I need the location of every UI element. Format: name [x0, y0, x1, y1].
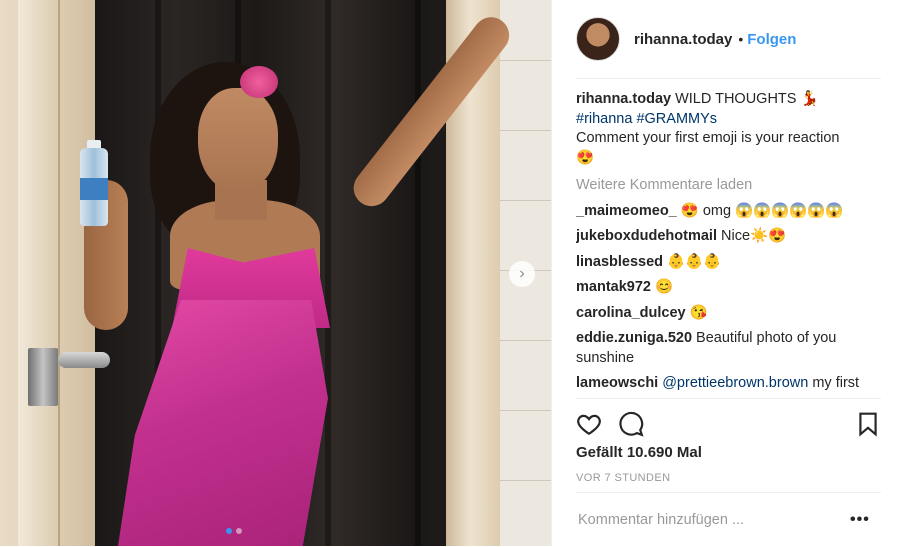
timestamp: VOR 7 STUNDEN	[576, 472, 671, 484]
post-header: rihanna.today • Folgen	[576, 14, 881, 79]
bottle-label	[80, 178, 108, 200]
caption-username[interactable]: rihanna.today	[576, 91, 671, 107]
hair-flower	[240, 66, 278, 98]
comment-username[interactable]: _maimeomeo_	[576, 203, 677, 219]
header-username[interactable]: rihanna.today	[634, 31, 732, 48]
load-more-comments-link[interactable]: Weitere Kommentare laden	[576, 176, 881, 196]
comment: jukeboxdudehotmail Nice☀️😍	[576, 227, 881, 247]
comment: eddie.zuniga.520 Beautiful photo of you s…	[576, 329, 881, 368]
door-edge	[18, 0, 60, 546]
comment-username[interactable]: linasblessed	[576, 254, 663, 270]
comment-username[interactable]: lameowschi	[576, 375, 658, 391]
carousel-next-button[interactable]: ›	[509, 261, 535, 287]
comment-text: 😍 omg 😱😱😱😱😱😱	[680, 202, 844, 219]
comments-list[interactable]: rihanna.today WILD THOUGHTS 💃 #rihanna #G…	[576, 90, 881, 398]
comment-input[interactable]	[576, 511, 850, 529]
action-bar	[576, 398, 881, 449]
door-handle	[58, 352, 110, 368]
comment-username[interactable]: carolina_dulcey	[576, 305, 686, 321]
caption-line3: 😍	[576, 149, 595, 166]
comment-username[interactable]: jukeboxdudehotmail	[576, 228, 717, 244]
header-separator: •	[738, 31, 744, 47]
carousel-dot	[236, 528, 242, 534]
caption-emoji: 💃	[800, 91, 819, 107]
comment: carolina_dulcey 😘	[576, 304, 881, 324]
more-icon[interactable]: •••	[850, 511, 870, 529]
door-hinge	[28, 348, 58, 406]
comment-username[interactable]: mantak972	[576, 279, 651, 295]
caption: rihanna.today WILD THOUGHTS 💃 #rihanna #G…	[576, 90, 881, 168]
likes-count[interactable]: Gefällt 10.690 Mal	[576, 444, 702, 461]
comment: mantak972 😊	[576, 278, 881, 298]
comment-text: Nice☀️😍	[721, 228, 787, 244]
caption-line2: Comment your first emoji is your reactio…	[576, 130, 840, 146]
comment: _maimeomeo_ 😍 omg 😱😱😱😱😱😱	[576, 202, 881, 222]
comment-icon[interactable]	[618, 411, 644, 437]
comment-text: 😊	[654, 279, 674, 295]
chevron-right-icon: ›	[519, 265, 525, 282]
heart-icon[interactable]	[576, 411, 602, 437]
bookmark-icon[interactable]	[855, 411, 881, 437]
comment-text: 👶👶👶	[667, 253, 722, 270]
caption-hashtags[interactable]: #rihanna #GRAMMYs	[576, 111, 717, 127]
comment: linasblessed 👶👶👶	[576, 253, 881, 273]
caption-text: WILD THOUGHTS	[675, 91, 797, 107]
face	[198, 88, 278, 192]
comment-text: my first	[812, 375, 860, 391]
side-panel: rihanna.today • Folgen rihanna.today WILD…	[551, 0, 900, 546]
instagram-post: › rihanna.today • Folgen rihanna.today WI…	[0, 0, 900, 546]
post-photo[interactable]: ›	[0, 0, 551, 546]
carousel-dot-active	[226, 528, 232, 534]
avatar[interactable]	[576, 17, 620, 61]
comment-username[interactable]: eddie.zuniga.520	[576, 330, 692, 346]
comment-box: •••	[576, 492, 881, 547]
comment: lameowschi @prettieebrown.brown my first	[576, 374, 881, 394]
comment-text: 😘	[689, 304, 708, 321]
carousel-dots	[226, 528, 242, 534]
comment-mention[interactable]: @prettieebrown.brown	[662, 375, 808, 391]
follow-button[interactable]: Folgen	[747, 31, 796, 48]
